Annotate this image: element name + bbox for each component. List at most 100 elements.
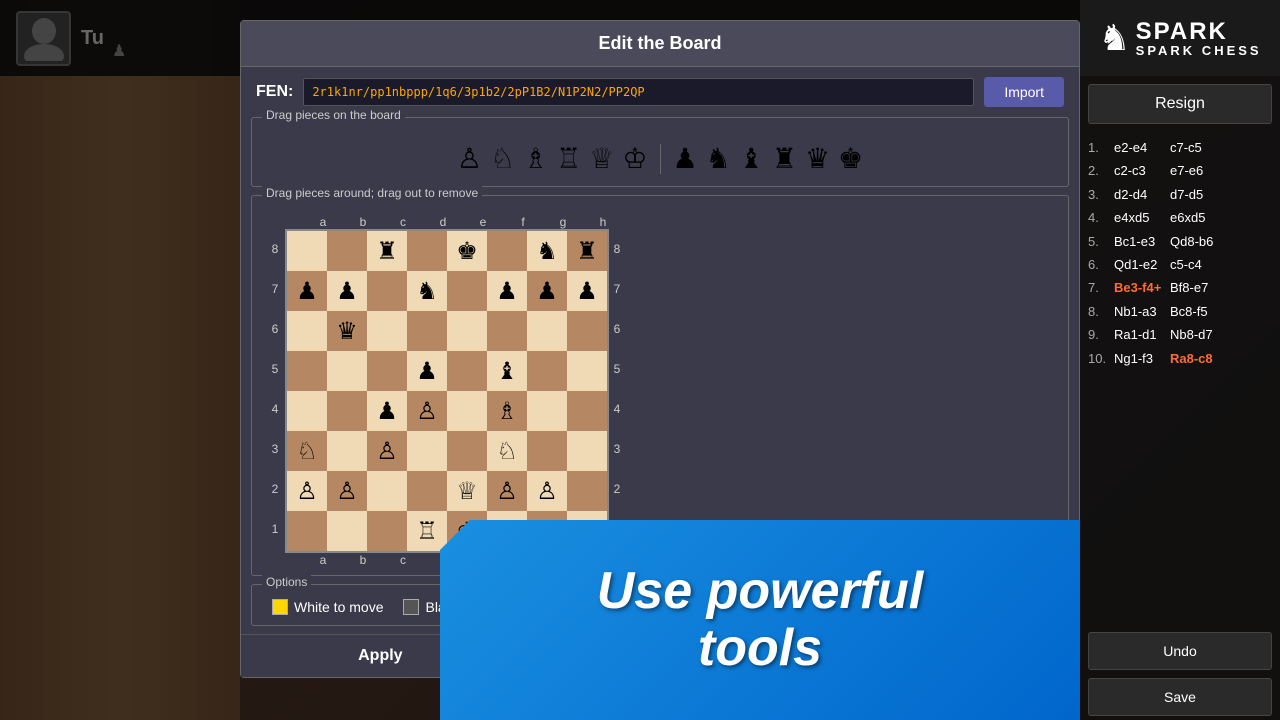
cell-e3[interactable] bbox=[447, 431, 487, 471]
move-black[interactable]: Nb8-d7 bbox=[1170, 323, 1222, 346]
cell-a7[interactable]: ♟ bbox=[287, 271, 327, 311]
cell-f2[interactable]: ♙ bbox=[487, 471, 527, 511]
black-to-move-checkbox[interactable] bbox=[403, 599, 419, 615]
cell-a8[interactable] bbox=[287, 231, 327, 271]
cell-c6[interactable] bbox=[367, 311, 407, 351]
cell-h4[interactable] bbox=[567, 391, 607, 431]
cell-h5[interactable] bbox=[567, 351, 607, 391]
move-black[interactable]: c7-c5 bbox=[1170, 136, 1222, 159]
move-white[interactable]: Qd1-e2 bbox=[1114, 253, 1166, 276]
cell-e5[interactable] bbox=[447, 351, 487, 391]
move-black[interactable]: e6xd5 bbox=[1170, 206, 1222, 229]
cell-a4[interactable] bbox=[287, 391, 327, 431]
cell-a6[interactable] bbox=[287, 311, 327, 351]
cell-e4[interactable] bbox=[447, 391, 487, 431]
cell-e8[interactable]: ♚ bbox=[447, 231, 487, 271]
cell-b5[interactable] bbox=[327, 351, 367, 391]
white-knight-piece[interactable]: ♘ bbox=[490, 145, 515, 173]
black-pawn-piece[interactable]: ♟ bbox=[673, 145, 698, 173]
move-white[interactable]: Ng1-f3 bbox=[1114, 347, 1166, 370]
white-queen-piece[interactable]: ♕ bbox=[589, 145, 614, 173]
cell-e2[interactable]: ♕ bbox=[447, 471, 487, 511]
cell-d2[interactable] bbox=[407, 471, 447, 511]
cell-g3[interactable] bbox=[527, 431, 567, 471]
chess-board[interactable]: ♜♚♞♜♟♟♞♟♟♟♛♟♝♟♙♗♘♙♘♙♙♕♙♙♖♔♗♖ bbox=[285, 229, 609, 553]
cell-b8[interactable] bbox=[327, 231, 367, 271]
cell-h8[interactable]: ♜ bbox=[567, 231, 607, 271]
cell-c2[interactable] bbox=[367, 471, 407, 511]
cell-b2[interactable]: ♙ bbox=[327, 471, 367, 511]
cell-h3[interactable] bbox=[567, 431, 607, 471]
cell-d3[interactable] bbox=[407, 431, 447, 471]
cell-c5[interactable] bbox=[367, 351, 407, 391]
cell-d7[interactable]: ♞ bbox=[407, 271, 447, 311]
black-rook-piece[interactable]: ♜ bbox=[772, 145, 797, 173]
cell-c7[interactable] bbox=[367, 271, 407, 311]
move-black[interactable]: Bc8-f5 bbox=[1170, 300, 1222, 323]
cell-h2[interactable] bbox=[567, 471, 607, 511]
cell-g5[interactable] bbox=[527, 351, 567, 391]
undo-button[interactable]: Undo bbox=[1088, 632, 1272, 670]
move-black[interactable]: c5-c4 bbox=[1170, 253, 1222, 276]
cell-g6[interactable] bbox=[527, 311, 567, 351]
white-to-move-checkbox[interactable] bbox=[272, 599, 288, 615]
black-king-piece[interactable]: ♚ bbox=[838, 145, 863, 173]
import-button[interactable]: Import bbox=[984, 77, 1064, 107]
cell-c3[interactable]: ♙ bbox=[367, 431, 407, 471]
cell-b1[interactable] bbox=[327, 511, 367, 551]
move-white[interactable]: Be3-f4+ bbox=[1114, 276, 1166, 299]
move-black[interactable]: e7-e6 bbox=[1170, 159, 1222, 182]
move-white[interactable]: d2-d4 bbox=[1114, 183, 1166, 206]
save-button[interactable]: Save bbox=[1088, 678, 1272, 716]
black-bishop-piece[interactable]: ♝ bbox=[739, 145, 764, 173]
white-bishop-piece[interactable]: ♗ bbox=[523, 145, 548, 173]
move-black[interactable]: Qd8-b6 bbox=[1170, 230, 1222, 253]
cell-e6[interactable] bbox=[447, 311, 487, 351]
black-queen-piece[interactable]: ♛ bbox=[805, 145, 830, 173]
resign-button[interactable]: Resign bbox=[1088, 84, 1272, 124]
cell-b3[interactable] bbox=[327, 431, 367, 471]
cell-a3[interactable]: ♘ bbox=[287, 431, 327, 471]
cell-e7[interactable] bbox=[447, 271, 487, 311]
cell-b6[interactable]: ♛ bbox=[327, 311, 367, 351]
move-white[interactable]: c2-c3 bbox=[1114, 159, 1166, 182]
cell-b7[interactable]: ♟ bbox=[327, 271, 367, 311]
cell-b4[interactable] bbox=[327, 391, 367, 431]
cell-a5[interactable] bbox=[287, 351, 327, 391]
cell-d6[interactable] bbox=[407, 311, 447, 351]
move-black[interactable]: d7-d5 bbox=[1170, 183, 1222, 206]
black-knight-piece[interactable]: ♞ bbox=[706, 145, 731, 173]
cell-g2[interactable]: ♙ bbox=[527, 471, 567, 511]
white-king-piece[interactable]: ♔ bbox=[622, 145, 647, 173]
cell-d8[interactable] bbox=[407, 231, 447, 271]
cell-c1[interactable] bbox=[367, 511, 407, 551]
move-white[interactable]: Ra1-d1 bbox=[1114, 323, 1166, 346]
move-white[interactable]: Bc1-e3 bbox=[1114, 230, 1166, 253]
cell-g8[interactable]: ♞ bbox=[527, 231, 567, 271]
cell-d5[interactable]: ♟ bbox=[407, 351, 447, 391]
cell-f5[interactable]: ♝ bbox=[487, 351, 527, 391]
cell-c4[interactable]: ♟ bbox=[367, 391, 407, 431]
cell-f8[interactable] bbox=[487, 231, 527, 271]
move-white[interactable]: e4xd5 bbox=[1114, 206, 1166, 229]
cell-h6[interactable] bbox=[567, 311, 607, 351]
white-pawn-piece[interactable]: ♙ bbox=[457, 145, 482, 173]
cell-f3[interactable]: ♘ bbox=[487, 431, 527, 471]
white-rook-piece[interactable]: ♖ bbox=[556, 145, 581, 173]
cell-d1[interactable]: ♖ bbox=[407, 511, 447, 551]
cell-g4[interactable] bbox=[527, 391, 567, 431]
cell-d4[interactable]: ♙ bbox=[407, 391, 447, 431]
cell-f6[interactable] bbox=[487, 311, 527, 351]
cell-f4[interactable]: ♗ bbox=[487, 391, 527, 431]
cell-a1[interactable] bbox=[287, 511, 327, 551]
move-black[interactable]: Bf8-e7 bbox=[1170, 276, 1222, 299]
move-black[interactable]: Ra8-c8 bbox=[1170, 347, 1222, 370]
fen-input[interactable] bbox=[303, 78, 974, 106]
move-white[interactable]: Nb1-a3 bbox=[1114, 300, 1166, 323]
cell-h7[interactable]: ♟ bbox=[567, 271, 607, 311]
cell-a2[interactable]: ♙ bbox=[287, 471, 327, 511]
cell-g7[interactable]: ♟ bbox=[527, 271, 567, 311]
cell-f7[interactable]: ♟ bbox=[487, 271, 527, 311]
cell-c8[interactable]: ♜ bbox=[367, 231, 407, 271]
move-white[interactable]: e2-e4 bbox=[1114, 136, 1166, 159]
